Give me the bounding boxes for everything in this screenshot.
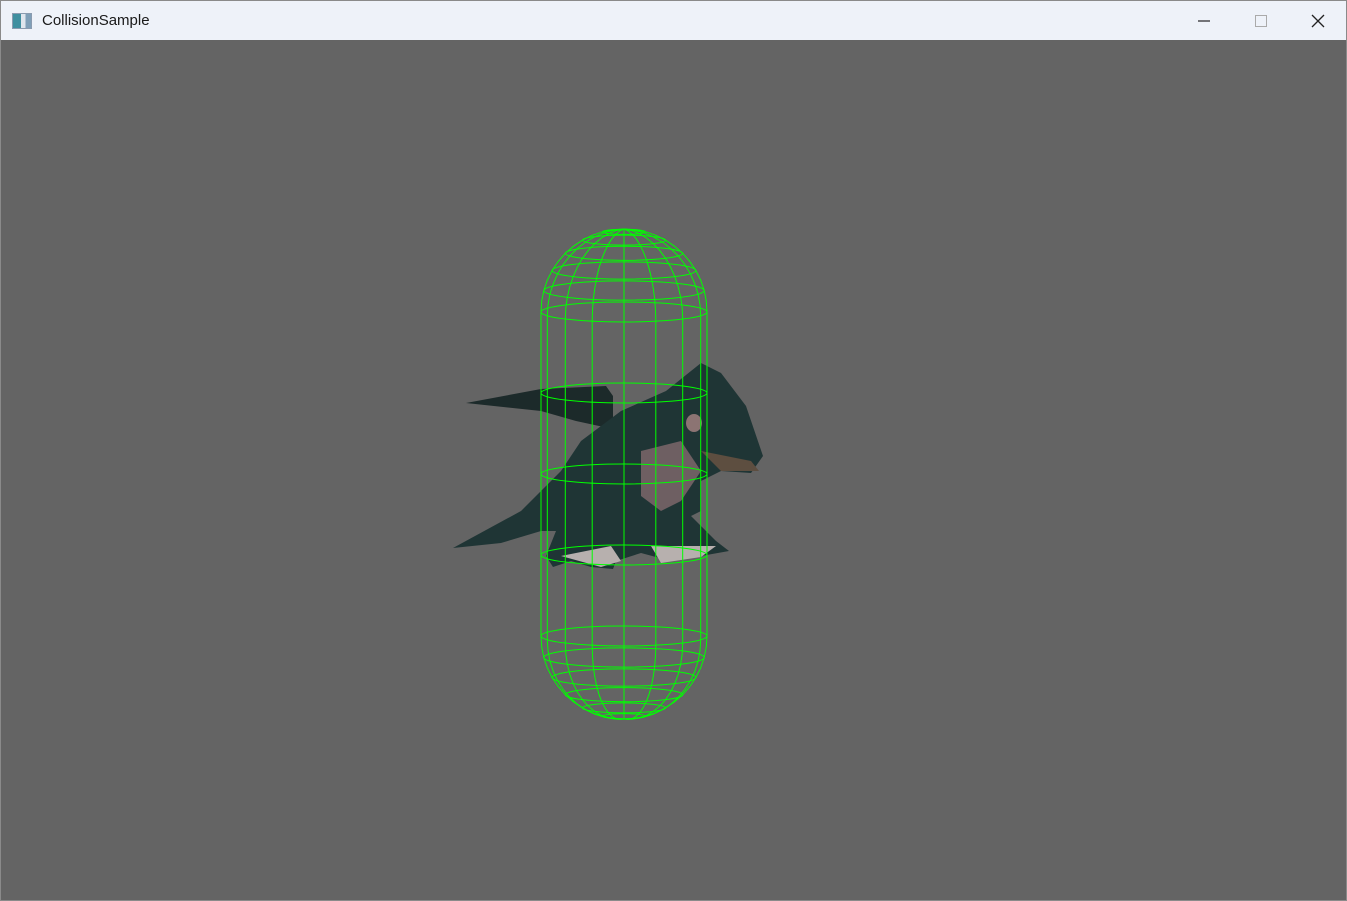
close-button[interactable]: [1289, 1, 1346, 40]
window-controls: [1175, 1, 1346, 40]
window-title: CollisionSample: [42, 12, 150, 29]
minimize-icon: [1197, 19, 1210, 22]
close-icon: [1311, 14, 1324, 27]
maximize-button[interactable]: [1232, 1, 1289, 40]
dragon-model: [453, 363, 763, 569]
title-bar[interactable]: CollisionSample: [1, 1, 1346, 40]
minimize-button[interactable]: [1175, 1, 1232, 40]
render-viewport[interactable]: [1, 41, 1346, 900]
maximize-icon: [1254, 14, 1267, 27]
app-window: CollisionSample: [0, 0, 1347, 901]
app-window-icon: [12, 12, 32, 29]
scene-canvas: [453, 228, 763, 721]
